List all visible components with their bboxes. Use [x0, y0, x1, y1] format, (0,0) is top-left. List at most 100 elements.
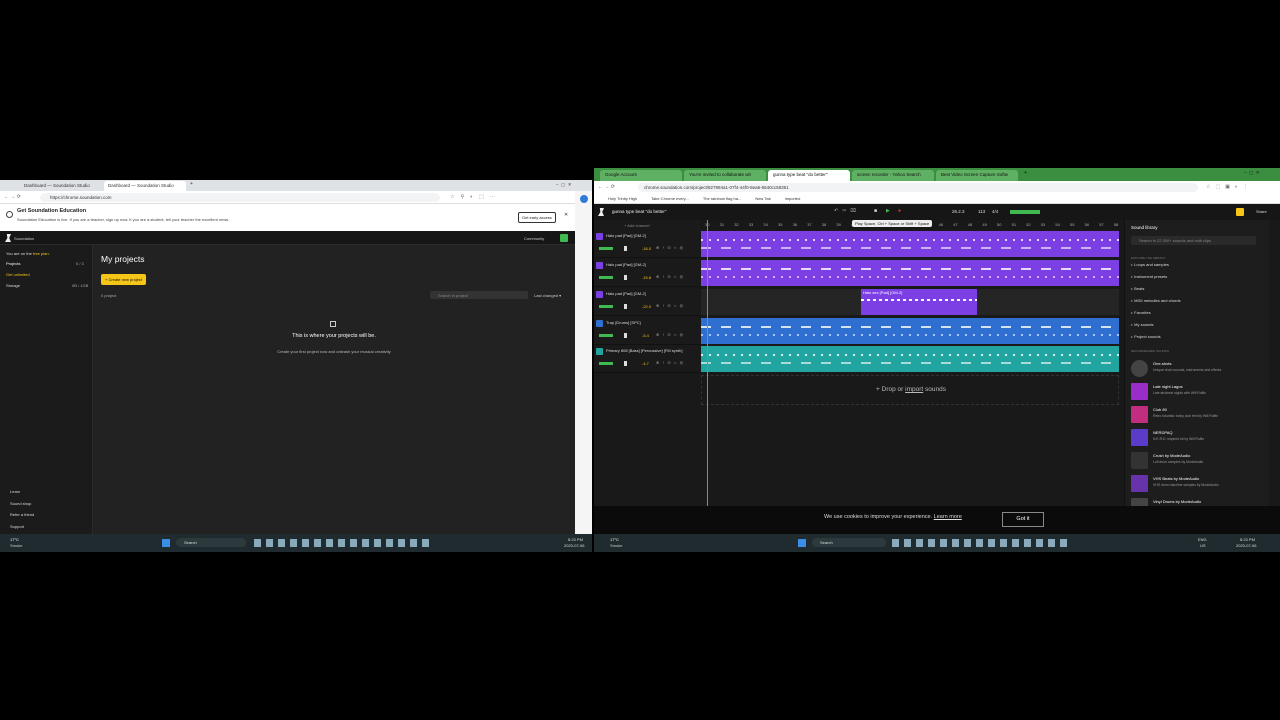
track-controls-icons[interactable]: ⊕↑⊙∩◎	[656, 360, 686, 365]
track-header[interactable]: Primary 808 [Bass] [Percussive] [FM synt…	[594, 345, 700, 373]
track-lane[interactable]: Halo sex [Pad] [GM-2]	[701, 289, 1119, 315]
tab-google-account[interactable]: Google Account	[600, 170, 682, 181]
library-search-input[interactable]: Search in 22 000+ sounds and midi clips	[1131, 236, 1256, 245]
tempo-display[interactable]: 113	[978, 209, 985, 214]
tab-screen-capture[interactable]: Best Video Screen Capture Softw	[936, 170, 1018, 181]
window-controls[interactable]: – ▢ ✕	[1244, 170, 1260, 176]
instrument-icon[interactable]	[596, 233, 603, 240]
add-channel-button[interactable]: + Add channel	[594, 220, 700, 230]
soundation-logo-icon[interactable]	[5, 234, 11, 242]
track-controls-icons[interactable]: ⊕↑⊙∩◎	[656, 332, 686, 337]
sound-pack-item[interactable]: Crush by ModeAudio Lofi drum samples by M…	[1131, 451, 1266, 471]
sidebar-item-sound-shop[interactable]: Sound shop	[10, 501, 31, 506]
volume-slider[interactable]	[624, 333, 627, 338]
instrument-icon[interactable]	[596, 262, 603, 269]
track-volume[interactable]: -22.0	[642, 304, 651, 309]
record-button[interactable]: ●	[898, 208, 901, 214]
new-tab-icon[interactable]: +	[190, 181, 193, 187]
volume-slider[interactable]	[624, 361, 627, 366]
track-volume[interactable]: -15.8	[642, 275, 651, 280]
track-header[interactable]: Halo pad [Pad] [GM-2] -15.8 ⊕↑⊙∩◎	[594, 259, 700, 287]
bookmark-item[interactable]: The rainbow flag ha...	[703, 196, 741, 201]
tab-yahoo-search[interactable]: screen recorder - Yahoo Search	[852, 170, 934, 181]
library-menu-item[interactable]: ▸ MIDI melodies and chords	[1131, 298, 1181, 303]
bookmark-item[interactable]: Take Chrome every...	[651, 196, 689, 201]
track-controls-icons[interactable]: ⊕↑⊙∩◎	[656, 274, 686, 279]
right-url-input[interactable]: chrome.soundation.com/project/827994a1-0…	[638, 183, 1198, 192]
track-lane[interactable]	[701, 346, 1119, 372]
close-icon[interactable]: ✕	[564, 212, 568, 218]
clip[interactable]: Halo sex [Pad] [GM-2]	[861, 289, 977, 315]
sidebar-item-refer[interactable]: Refer a friend	[10, 512, 34, 517]
library-menu-item[interactable]: ▸ Beats	[1131, 286, 1144, 291]
browser-toolbar-icons[interactable]: ☆⚲◐⬚⋯	[450, 194, 501, 200]
project-title[interactable]: gunna type beat "do better"	[612, 209, 667, 214]
bookmark-item[interactable]: Holy Trinity High	[608, 196, 637, 201]
position-display[interactable]: 26.2.3	[952, 209, 965, 214]
track-header[interactable]: Trap [Drums] [SPC] -5.4 ⊕↑⊙∩◎	[594, 317, 700, 345]
instrument-icon[interactable]	[596, 291, 603, 298]
bookmark-folder[interactable]: imported	[785, 196, 801, 201]
new-tab-icon[interactable]: +	[1024, 170, 1027, 176]
track-name[interactable]: Halo pad [Pad] [GM-2]	[606, 233, 698, 238]
free-plan-link[interactable]: free plan.	[33, 251, 50, 256]
track-name[interactable]: Halo pad [Pad] [GM-2]	[606, 291, 698, 296]
time-signature[interactable]: 4/4	[992, 209, 998, 214]
taskbar-app-icons[interactable]	[254, 539, 434, 547]
keyboard-lang[interactable]: ENG	[1198, 537, 1207, 542]
sound-pack-item[interactable]: Club 80 Retro futuristic funky club feel …	[1131, 405, 1266, 425]
tab-dashboard-2[interactable]: Dashboard — Soundation Studio	[104, 181, 186, 191]
avatar[interactable]	[560, 234, 568, 242]
create-project-button[interactable]: + Create new project	[101, 274, 147, 285]
library-menu-item[interactable]: ▸ Loops and samples	[1131, 262, 1169, 267]
learn-more-link[interactable]: Learn more	[934, 514, 962, 520]
sound-pack-item[interactable]: VHS Beats by ModeAudio VHS drum machine s…	[1131, 474, 1266, 494]
keyboard-region[interactable]: US	[1200, 543, 1206, 548]
library-menu-item[interactable]: ▸ Instrument presets	[1131, 274, 1167, 279]
taskbar-app-icons[interactable]	[892, 539, 1072, 547]
track-volume[interactable]: -16.0	[642, 246, 651, 251]
volume-slider[interactable]	[624, 304, 627, 309]
instrument-icon[interactable]	[596, 320, 603, 327]
bookmark-item[interactable]: New Tab	[755, 196, 771, 201]
track-volume[interactable]: -4.7	[642, 361, 649, 366]
community-link[interactable]: Community	[524, 236, 544, 241]
share-button[interactable]: Share	[1256, 209, 1267, 214]
track-header[interactable]: Halo pad [Pad] [GM-2] -16.0 ⊕↑⊙∩◎	[594, 230, 700, 258]
got-it-button[interactable]: Got it	[1002, 512, 1044, 527]
track-volume[interactable]: -5.4	[642, 333, 649, 338]
edit-tools-icons[interactable]: ↶✂⌧	[834, 208, 860, 214]
get-early-access-button[interactable]: Get early access	[518, 212, 556, 223]
tab-collaborate[interactable]: You're invited to collaborate wit	[684, 170, 766, 181]
track-name[interactable]: Halo pad [Pad] [GM-2]	[606, 262, 698, 267]
playhead[interactable]	[707, 220, 708, 506]
import-link[interactable]: import	[905, 386, 923, 393]
taskbar-search[interactable]: Search	[812, 538, 886, 547]
sound-pack-item[interactable]: NERDPAQ N.E.R.D. inspired kit by Will Ruf…	[1131, 428, 1266, 448]
library-menu-item[interactable]: ▸ Project sounds	[1131, 334, 1161, 339]
track-lane[interactable]	[701, 231, 1119, 257]
sidebar-item-learn[interactable]: Learn	[10, 489, 20, 494]
taskbar-search[interactable]: Search	[176, 538, 246, 547]
stop-button[interactable]: ■	[874, 208, 877, 214]
tab-dashboard-1[interactable]: Dashboard — Soundation Studio	[20, 181, 102, 191]
track-name[interactable]: Trap [Drums] [SPC]	[606, 320, 698, 325]
track-name[interactable]: Primary 808 [Bass] [Percussive] [FM synt…	[606, 348, 698, 353]
sidebar-item-support[interactable]: Support	[10, 524, 24, 529]
get-unlimited-link[interactable]: Get unlimited	[6, 272, 30, 277]
instrument-icon[interactable]	[596, 348, 603, 355]
window-controls[interactable]: – ▢ ✕	[556, 182, 572, 188]
sound-pack-item[interactable]: Late night Lagos Late afrobeat nights wit…	[1131, 382, 1266, 402]
track-lane[interactable]	[701, 318, 1119, 344]
drop-zone[interactable]: + Drop or import sounds	[701, 375, 1119, 405]
library-menu-item[interactable]: ▸ My sounds	[1131, 322, 1153, 327]
play-button[interactable]: ▶	[886, 208, 890, 214]
windows-start-icon[interactable]	[162, 539, 170, 547]
sidebar-item-projects[interactable]: Projects	[6, 261, 20, 266]
nav-arrows-icon[interactable]: ← → ⟳	[4, 194, 21, 200]
windows-start-icon[interactable]	[798, 539, 806, 547]
soundation-logo-icon[interactable]	[598, 208, 604, 216]
sort-select[interactable]: Last changed ▾	[534, 293, 561, 298]
avatar[interactable]	[1236, 208, 1244, 216]
search-input[interactable]: Search in project	[430, 291, 528, 299]
